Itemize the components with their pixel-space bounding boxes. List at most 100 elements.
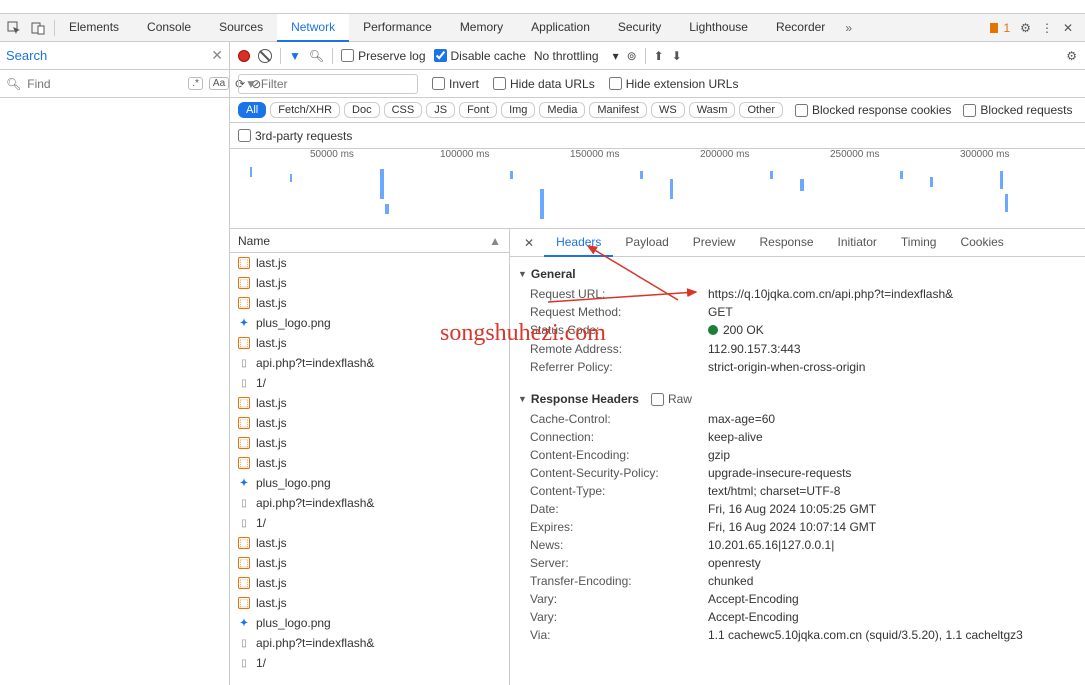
- detail-tab-response[interactable]: Response: [747, 229, 825, 257]
- more-icon[interactable]: ⋮: [1041, 21, 1053, 35]
- network-toolbar: ▼ 🔍︎ Preserve log Disable cache No throt…: [230, 42, 1085, 70]
- tab-application[interactable]: Application: [517, 14, 604, 42]
- download-icon[interactable]: ⬇: [672, 49, 682, 63]
- close-detail-icon[interactable]: ✕: [514, 236, 544, 250]
- tab-console[interactable]: Console: [133, 14, 205, 42]
- header-row: News:10.201.65.16|127.0.0.1|: [518, 536, 1077, 554]
- tab-memory[interactable]: Memory: [446, 14, 517, 42]
- pill-img[interactable]: Img: [501, 102, 535, 118]
- request-row[interactable]: ⬚last.js: [230, 533, 509, 553]
- raw-checkbox[interactable]: Raw: [651, 392, 692, 406]
- detail-tab-payload[interactable]: Payload: [613, 229, 680, 257]
- clear-search-icon[interactable]: ✕: [211, 47, 223, 64]
- filter-input[interactable]: [261, 77, 416, 91]
- header-row: Request Method:GET: [518, 303, 1077, 321]
- name-column-header[interactable]: Name▲: [230, 229, 509, 253]
- request-row[interactable]: ⬚last.js: [230, 573, 509, 593]
- request-row[interactable]: ▯1/: [230, 513, 509, 533]
- request-row[interactable]: ✦plus_logo.png: [230, 613, 509, 633]
- pill-js[interactable]: JS: [426, 102, 455, 118]
- tab-security[interactable]: Security: [604, 14, 675, 42]
- header-row: Vary:Accept-Encoding: [518, 590, 1077, 608]
- request-row[interactable]: ⬚last.js: [230, 433, 509, 453]
- hide-data-urls-checkbox[interactable]: Hide data URLs: [493, 77, 595, 91]
- tab-recorder[interactable]: Recorder: [762, 14, 839, 42]
- pill-manifest[interactable]: Manifest: [589, 102, 647, 118]
- tab-performance[interactable]: Performance: [349, 14, 446, 42]
- tab-lighthouse[interactable]: Lighthouse: [675, 14, 762, 42]
- request-row[interactable]: ⬚last.js: [230, 393, 509, 413]
- pill-media[interactable]: Media: [539, 102, 585, 118]
- request-row[interactable]: ⬚last.js: [230, 553, 509, 573]
- request-row[interactable]: ✦plus_logo.png: [230, 473, 509, 493]
- search-icon: 🔍︎: [6, 77, 21, 91]
- filter-icon[interactable]: ▼: [289, 49, 301, 63]
- search-input[interactable]: [6, 46, 207, 65]
- header-row: Content-Security-Policy:upgrade-insecure…: [518, 464, 1077, 482]
- request-row[interactable]: ▯1/: [230, 373, 509, 393]
- tab-sources[interactable]: Sources: [205, 14, 277, 42]
- detail-tab-preview[interactable]: Preview: [681, 229, 748, 257]
- pill-other[interactable]: Other: [739, 102, 783, 118]
- tabs-overflow[interactable]: »: [845, 21, 852, 35]
- blocked-cookies-checkbox[interactable]: Blocked response cookies: [795, 103, 951, 117]
- warnings-badge[interactable]: 1: [988, 21, 1010, 35]
- request-row[interactable]: ▯api.php?t=indexflash&: [230, 493, 509, 513]
- request-row[interactable]: ▯api.php?t=indexflash&: [230, 353, 509, 373]
- case-toggle[interactable]: Aa: [209, 77, 229, 90]
- header-row: Via:1.1 cachewc5.10jqka.com.cn (squid/3.…: [518, 626, 1077, 644]
- regex-toggle[interactable]: .*: [188, 77, 203, 90]
- detail-tab-headers[interactable]: Headers: [544, 229, 613, 257]
- disable-cache-checkbox[interactable]: Disable cache: [434, 49, 526, 63]
- pill-all[interactable]: All: [238, 102, 266, 118]
- clear-button[interactable]: [258, 49, 272, 63]
- pill-css[interactable]: CSS: [384, 102, 423, 118]
- request-row[interactable]: ⬚last.js: [230, 293, 509, 313]
- js-icon: ⬚: [238, 577, 250, 589]
- devtools-tabbar: ElementsConsoleSourcesNetworkPerformance…: [0, 14, 1085, 42]
- request-row[interactable]: ▯1/: [230, 653, 509, 673]
- pill-font[interactable]: Font: [459, 102, 497, 118]
- settings-icon[interactable]: ⚙: [1020, 21, 1031, 35]
- request-row[interactable]: ⬚last.js: [230, 593, 509, 613]
- close-devtools-icon[interactable]: ✕: [1063, 21, 1073, 35]
- wifi-icon[interactable]: ⊚: [627, 49, 637, 63]
- request-name: plus_logo.png: [256, 616, 331, 630]
- pill-wasm[interactable]: Wasm: [689, 102, 736, 118]
- request-row[interactable]: ✦plus_logo.png: [230, 313, 509, 333]
- request-name: api.php?t=indexflash&: [256, 356, 374, 370]
- detail-tab-initiator[interactable]: Initiator: [826, 229, 889, 257]
- request-row[interactable]: ⬚last.js: [230, 333, 509, 353]
- invert-checkbox[interactable]: Invert: [432, 77, 479, 91]
- pill-doc[interactable]: Doc: [344, 102, 380, 118]
- preserve-log-checkbox[interactable]: Preserve log: [341, 49, 425, 63]
- request-name: last.js: [256, 296, 287, 310]
- pill-ws[interactable]: WS: [651, 102, 685, 118]
- search-network-icon[interactable]: 🔍︎: [309, 49, 324, 63]
- network-settings-icon[interactable]: ⚙: [1066, 49, 1077, 63]
- request-row[interactable]: ⬚last.js: [230, 453, 509, 473]
- request-row[interactable]: ⬚last.js: [230, 253, 509, 273]
- pill-fetchxhr[interactable]: Fetch/XHR: [270, 102, 340, 118]
- request-row[interactable]: ⬚last.js: [230, 413, 509, 433]
- tab-elements[interactable]: Elements: [55, 14, 133, 42]
- request-row[interactable]: ▯api.php?t=indexflash&: [230, 633, 509, 653]
- network-timeline[interactable]: 50000 ms100000 ms150000 ms200000 ms25000…: [230, 149, 1085, 229]
- general-section-header[interactable]: General: [518, 263, 1077, 285]
- tab-network[interactable]: Network: [277, 14, 349, 42]
- detail-tab-cookies[interactable]: Cookies: [948, 229, 1015, 257]
- inspect-icon[interactable]: [6, 20, 22, 36]
- request-row[interactable]: ⬚last.js: [230, 273, 509, 293]
- detail-tab-timing[interactable]: Timing: [889, 229, 949, 257]
- device-icon[interactable]: [30, 20, 46, 36]
- response-headers-section-header[interactable]: Response HeadersRaw: [518, 388, 1077, 410]
- throttling-select[interactable]: No throttling▾: [534, 49, 619, 63]
- header-row: Vary:Accept-Encoding: [518, 608, 1077, 626]
- find-input[interactable]: [27, 77, 182, 91]
- record-button[interactable]: [238, 50, 250, 62]
- filter-box[interactable]: ▼: [238, 74, 418, 94]
- hide-extension-urls-checkbox[interactable]: Hide extension URLs: [609, 77, 739, 91]
- blocked-requests-checkbox[interactable]: Blocked requests: [963, 103, 1072, 117]
- upload-icon[interactable]: ⬆: [654, 49, 664, 63]
- third-party-checkbox[interactable]: 3rd-party requests: [238, 129, 352, 143]
